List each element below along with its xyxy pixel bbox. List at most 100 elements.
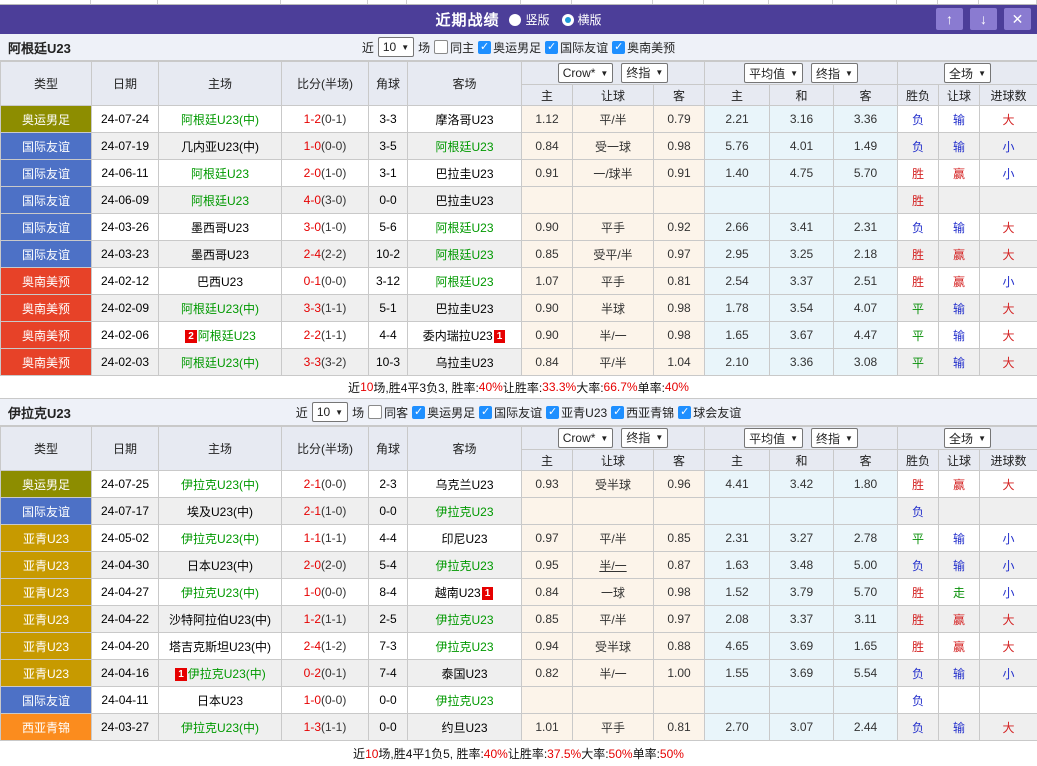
move-up-button[interactable]: ↑ xyxy=(936,8,963,30)
dropdown-Crow*[interactable]: Crow*▼ xyxy=(558,428,614,448)
home-team-name: 几内亚U23(中) xyxy=(181,140,259,154)
avg-draw: 3.48 xyxy=(770,552,834,579)
result-goals: 大 xyxy=(980,714,1037,741)
avg-home: 2.31 xyxy=(705,525,770,552)
result-wdl: 负 xyxy=(898,498,939,525)
away-team: 巴拉圭U23 xyxy=(408,295,522,322)
dropdown-终指[interactable]: 终指▼ xyxy=(811,428,858,448)
odds-away: 0.96 xyxy=(654,471,705,498)
sections-container: 阿根廷U23近10▼场同主✓奥运男足✓国际友谊✓奥南美预类型日期主场比分(半场)… xyxy=(0,34,1037,766)
dropdown-终指[interactable]: 终指▼ xyxy=(811,63,858,83)
match-row: 奥南美预24-02-03阿根廷U23(中)3-3(3-2)10-3乌拉圭U230… xyxy=(1,349,1037,376)
league-checkbox[interactable]: ✓ xyxy=(412,406,425,419)
move-down-button[interactable]: ↓ xyxy=(970,8,997,30)
result-goals: 小 xyxy=(980,268,1037,295)
league-filter[interactable]: ✓西亚青锦 xyxy=(611,404,674,421)
match-count-select[interactable]: 10▼ xyxy=(378,37,414,57)
same-venue-checkbox[interactable] xyxy=(434,40,448,54)
sub-col-header: 让球 xyxy=(573,450,654,471)
away-team-name: 阿根廷U23 xyxy=(435,221,493,235)
odds-home: 0.97 xyxy=(522,525,573,552)
result-handicap: 输 xyxy=(939,525,980,552)
league-checkbox[interactable]: ✓ xyxy=(612,41,625,54)
match-row: 国际友谊24-06-09阿根廷U234-0(3-0)0-0巴拉圭U23胜 xyxy=(1,187,1037,214)
match-date: 24-02-03 xyxy=(92,349,159,376)
home-team-name: 沙特阿拉伯U23(中) xyxy=(169,613,271,627)
full-time-score: 1-3 xyxy=(304,720,321,734)
match-type-badge: 国际友谊 xyxy=(1,160,92,187)
sub-col-header: 主 xyxy=(705,85,770,106)
result-handicap: 输 xyxy=(939,660,980,687)
sub-col-header: 客 xyxy=(654,85,705,106)
header-dropdown-row: 类型日期主场比分(半场)角球客场Crow*▼终指▼平均值▼终指▼全场▼ xyxy=(1,427,1037,450)
layout-radio-horizontal[interactable]: 横版 xyxy=(562,11,602,28)
league-filter[interactable]: ✓国际友谊 xyxy=(479,404,542,421)
match-type-badge: 奥运男足 xyxy=(1,106,92,133)
avg-draw: 3.67 xyxy=(770,322,834,349)
score: 1-2(1-1) xyxy=(282,606,369,633)
odds-away: 0.98 xyxy=(654,133,705,160)
odds-home: 1.12 xyxy=(522,106,573,133)
home-team: 伊拉克U23(中) xyxy=(159,471,282,498)
league-filter[interactable]: ✓球会友谊 xyxy=(678,404,741,421)
league-filter[interactable]: ✓奥运男足 xyxy=(478,39,541,56)
league-filter[interactable]: ✓奥南美预 xyxy=(612,39,675,56)
league-checkbox[interactable]: ✓ xyxy=(611,406,624,419)
sub-col-header: 客 xyxy=(834,85,898,106)
dropdown-终指[interactable]: 终指▼ xyxy=(621,63,668,83)
away-team-name: 伊拉克U23 xyxy=(435,613,493,627)
full-time-score: 2-0 xyxy=(304,166,321,180)
match-type-badge: 国际友谊 xyxy=(1,687,92,714)
dropdown-全场[interactable]: 全场▼ xyxy=(944,63,991,83)
strip-cell xyxy=(572,0,653,4)
match-count-select[interactable]: 10▼ xyxy=(312,402,348,422)
corners: 2-5 xyxy=(369,606,408,633)
half-time-score: (1-0) xyxy=(321,504,346,518)
corners: 3-1 xyxy=(369,160,408,187)
result-handicap: 输 xyxy=(939,106,980,133)
league-filter[interactable]: ✓奥运男足 xyxy=(412,404,475,421)
summary-segment: 66.7% xyxy=(604,380,638,394)
home-team: 1伊拉克U23(中) xyxy=(159,660,282,687)
full-time-score: 1-0 xyxy=(304,693,321,707)
league-checkbox[interactable]: ✓ xyxy=(478,41,491,54)
league-checkbox[interactable]: ✓ xyxy=(545,41,558,54)
match-row: 国际友谊24-07-17埃及U23(中)2-1(1-0)0-0伊拉克U23负 xyxy=(1,498,1037,525)
odds-source-header: 平均值▼ 终指▼ xyxy=(705,427,898,450)
match-row: 亚青U2324-04-27伊拉克U23(中)1-0(0-0)8-4越南U2310… xyxy=(1,579,1037,606)
result-wdl: 胜 xyxy=(898,268,939,295)
close-icon[interactable]: ✕ xyxy=(1004,8,1031,30)
away-team: 乌拉圭U23 xyxy=(408,349,522,376)
radio-selected-icon xyxy=(562,14,574,26)
match-row: 奥南美预24-02-062阿根廷U232-2(1-1)4-4委内瑞拉U2310.… xyxy=(1,322,1037,349)
dropdown-Crow*-value: Crow* xyxy=(563,66,596,80)
league-checkbox[interactable]: ✓ xyxy=(678,406,691,419)
layout-radio-vertical[interactable]: 竖版 xyxy=(509,11,549,28)
avg-draw: 3.27 xyxy=(770,525,834,552)
same-venue-filter[interactable]: 同客 xyxy=(368,404,408,421)
avg-draw: 3.41 xyxy=(770,214,834,241)
league-checkbox[interactable]: ✓ xyxy=(546,406,559,419)
sub-col-header: 让球 xyxy=(573,85,654,106)
avg-home: 2.08 xyxy=(705,606,770,633)
home-team-name: 墨西哥U23 xyxy=(191,221,249,235)
full-time-score: 2-1 xyxy=(304,477,321,491)
layout-radio-group: 竖版横版 xyxy=(509,11,601,28)
dropdown-Crow*[interactable]: Crow*▼ xyxy=(558,63,614,83)
dropdown-全场[interactable]: 全场▼ xyxy=(944,428,991,448)
same-venue-filter[interactable]: 同主 xyxy=(434,39,474,56)
league-filter[interactable]: ✓亚青U23 xyxy=(546,404,607,421)
avg-away: 1.49 xyxy=(834,133,898,160)
result-handicap: 输 xyxy=(939,214,980,241)
away-team: 约旦U23 xyxy=(408,714,522,741)
dropdown-终指[interactable]: 终指▼ xyxy=(621,428,668,448)
avg-away: 5.54 xyxy=(834,660,898,687)
same-venue-checkbox[interactable] xyxy=(368,405,382,419)
match-date: 24-04-30 xyxy=(92,552,159,579)
odds-away xyxy=(654,187,705,214)
dropdown-平均值[interactable]: 平均值▼ xyxy=(744,63,803,83)
league-checkbox[interactable]: ✓ xyxy=(479,406,492,419)
corners: 3-5 xyxy=(369,133,408,160)
league-filter[interactable]: ✓国际友谊 xyxy=(545,39,608,56)
dropdown-平均值[interactable]: 平均值▼ xyxy=(744,428,803,448)
